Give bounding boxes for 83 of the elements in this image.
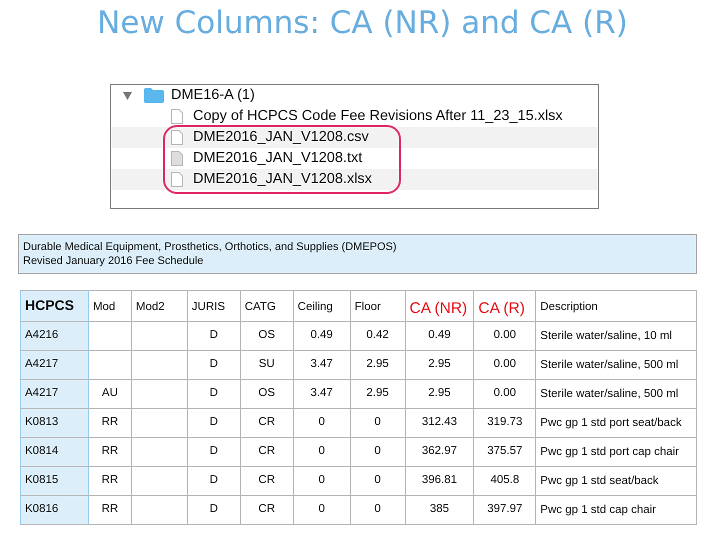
info-text: Revised January 2016 Fee Schedule xyxy=(23,254,204,268)
table-cell: CR xyxy=(240,408,294,438)
table-cell: K0814 xyxy=(20,438,88,466)
table-cell: 0.00 xyxy=(474,350,536,380)
column-header: CA (R) xyxy=(474,290,536,322)
table-cell: 405.8 xyxy=(474,466,536,496)
column-header: Mod2 xyxy=(131,290,188,322)
table-cell: 319.73 xyxy=(474,408,536,438)
table-cell: 362.97 xyxy=(405,438,474,466)
table-cell: OS xyxy=(240,322,294,350)
table-cell: D xyxy=(187,408,240,438)
column-header: Ceiling xyxy=(293,290,350,322)
file-icon xyxy=(171,172,183,187)
table-cell: 0 xyxy=(293,438,350,466)
table-cell: Pwc gp 1 std port seat/back xyxy=(536,408,696,438)
table-cell: K0816 xyxy=(20,496,88,524)
table-cell: 396.81 xyxy=(405,466,474,496)
table-cell: 0.42 xyxy=(350,322,406,350)
column-header: Mod xyxy=(88,290,132,322)
table-cell: D xyxy=(187,466,240,496)
table-cell: AU xyxy=(88,380,132,408)
info-text: Durable Medical Equipment, Prosthetics, Orthotics, and Supplies (DMEPOS) xyxy=(23,240,398,254)
table-cell: 0 xyxy=(350,438,406,466)
table-cell: RR xyxy=(88,438,132,466)
table-cell: 0 xyxy=(293,496,350,524)
folder-icon xyxy=(144,88,164,103)
table-cell: D xyxy=(187,350,240,380)
table-cell: Pwc gp 1 std cap chair xyxy=(536,496,696,524)
table-cell: Sterile water/saline, 10 ml xyxy=(536,322,696,350)
table-cell: 2.95 xyxy=(350,350,406,380)
column-header: CATG xyxy=(240,290,294,322)
table-cell: 0.00 xyxy=(474,380,536,408)
folder-name[interactable]: DME16-A (1) xyxy=(171,85,255,106)
table-cell: 385 xyxy=(405,496,474,524)
table-cell: 312.43 xyxy=(405,408,474,438)
table-cell: A4217 xyxy=(20,350,88,380)
table-cell: 0.49 xyxy=(405,322,474,350)
table-cell: K0815 xyxy=(20,466,88,496)
column-header: HCPCS xyxy=(20,290,88,322)
table-cell: Sterile water/saline, 500 ml xyxy=(536,350,696,380)
table-cell: SU xyxy=(240,350,294,380)
table-cell: 0 xyxy=(350,408,406,438)
column-header: Floor xyxy=(350,290,406,322)
table-cell: 397.97 xyxy=(474,496,536,524)
table-cell: Sterile water/saline, 500 ml xyxy=(536,380,696,408)
table-cell: D xyxy=(187,380,240,408)
column-header: CA (NR) xyxy=(405,290,474,322)
table-cell: 2.95 xyxy=(405,350,474,380)
file-name[interactable]: DME2016_JAN_V1208.txt xyxy=(193,148,362,170)
table-cell: 3.47 xyxy=(293,350,350,380)
table-cell: Pwc gp 1 std port cap chair xyxy=(536,438,696,466)
table-cell: CR xyxy=(240,438,294,466)
expanded-triangle-icon[interactable] xyxy=(123,92,132,100)
table-cell: RR xyxy=(88,496,132,524)
table-cell: OS xyxy=(240,380,294,408)
file-name[interactable]: Copy of HCPCS Code Fee Revisions After 11_23_15.xlsx xyxy=(193,106,563,128)
table-cell: 2.95 xyxy=(350,380,406,408)
table-cell: 0.49 xyxy=(293,322,350,350)
table-cell: A4217 xyxy=(20,380,88,408)
table-cell: 0 xyxy=(350,466,406,496)
file-icon xyxy=(171,109,183,124)
table-cell: 0 xyxy=(350,496,406,524)
table-cell: CR xyxy=(240,496,294,524)
table-cell: A4216 xyxy=(20,322,88,350)
table-cell: Pwc gp 1 std seat/back xyxy=(536,466,696,496)
table-cell: 2.95 xyxy=(405,380,474,408)
table-cell: 0 xyxy=(293,466,350,496)
table-cell: 0.00 xyxy=(474,322,536,350)
table-cell: D xyxy=(187,322,240,350)
table-cell: 0 xyxy=(293,408,350,438)
table-cell: 375.57 xyxy=(474,438,536,466)
text-file-icon xyxy=(171,151,183,166)
table-cell: RR xyxy=(88,408,132,438)
table-cell: D xyxy=(187,438,240,466)
column-header: Description xyxy=(536,290,696,322)
table-cell: D xyxy=(187,496,240,524)
table-cell: CR xyxy=(240,466,294,496)
file-icon xyxy=(171,130,183,145)
table-cell: RR xyxy=(88,466,132,496)
slide-title: New Columns: CA (NR) and CA (R) xyxy=(96,4,629,43)
table-cell: K0813 xyxy=(20,408,88,438)
table-cell: 3.47 xyxy=(293,380,350,408)
column-header: JURIS xyxy=(187,290,240,322)
